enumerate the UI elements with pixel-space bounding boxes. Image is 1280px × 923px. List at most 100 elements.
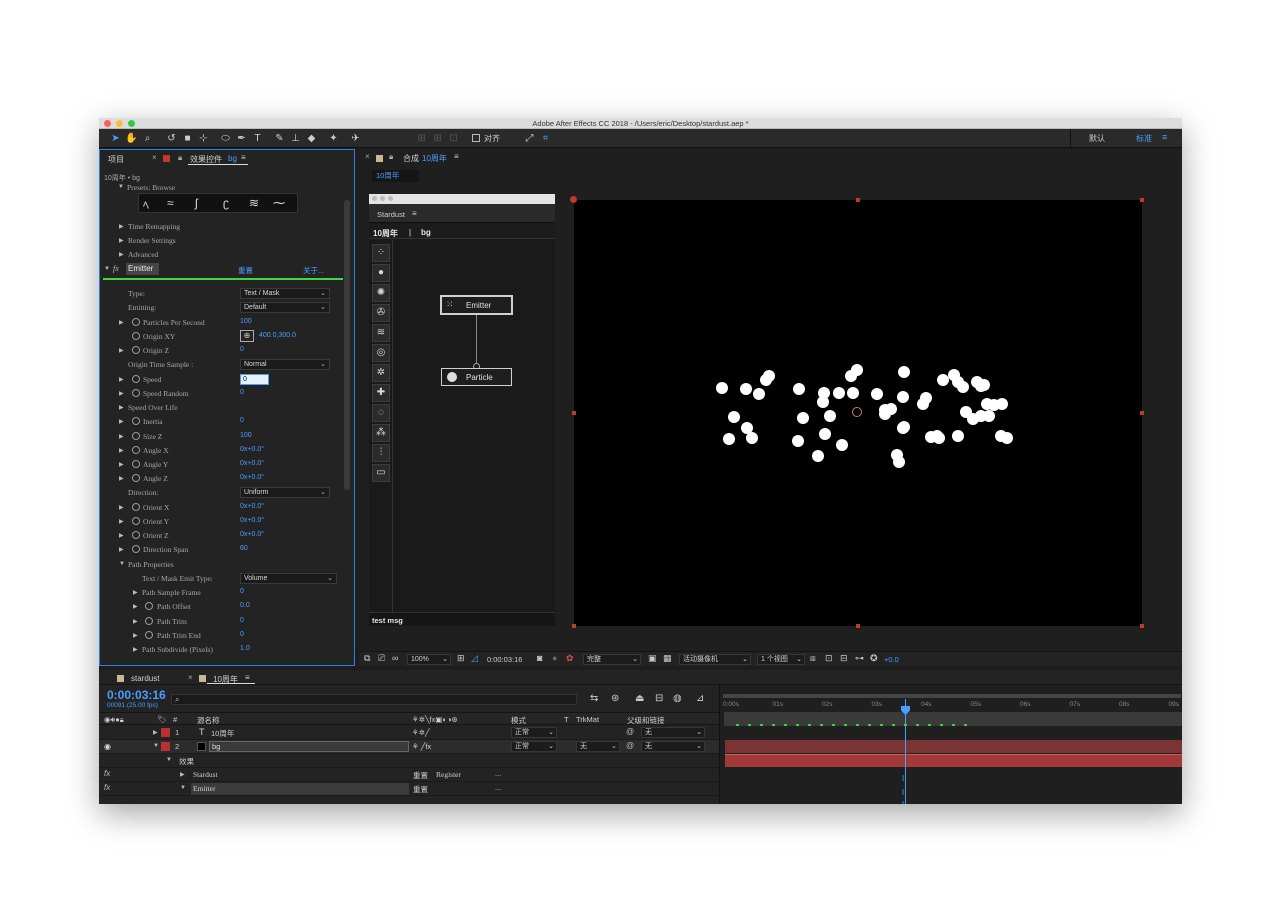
path-trim-end-value[interactable]: 0 — [240, 631, 244, 638]
comp-sub-tab[interactable]: 10周年 — [372, 170, 419, 182]
hand-tool-icon[interactable]: ✋ — [125, 132, 138, 145]
camera-tool-icon[interactable]: ■ — [181, 132, 194, 145]
expand-icon[interactable]: ▶ — [133, 618, 138, 625]
layer-switches-icon[interactable]: ⚘ ╱fx — [412, 742, 431, 751]
stardust-reset-link[interactable]: 重置 — [413, 770, 428, 781]
emit-type-dropdown[interactable]: Volume ⌄ — [240, 573, 337, 584]
trkmat-dropdown[interactable]: 无 ⌄ — [576, 741, 620, 752]
stopwatch-icon[interactable] — [132, 346, 140, 354]
emitter-about-link[interactable]: 关于... — [303, 265, 324, 276]
expand-icon[interactable]: ▶ — [119, 504, 124, 511]
layer-1-duration-bar[interactable] — [725, 740, 1182, 753]
snap-options-icon[interactable]: ⌗ — [539, 132, 552, 145]
pickwhip-icon[interactable]: @ — [626, 741, 634, 750]
emitter-reset-link[interactable]: 重置 — [413, 784, 428, 795]
color-channels-icon[interactable]: ✿ — [566, 653, 574, 664]
preset-thumb-icon[interactable]: ﾍ — [143, 196, 149, 213]
align-checkbox[interactable] — [472, 134, 480, 142]
expand-icon[interactable]: ▶ — [119, 223, 124, 230]
stopwatch-icon[interactable] — [145, 602, 153, 610]
layer-label-color[interactable] — [161, 728, 170, 737]
resize-handle[interactable] — [1140, 624, 1144, 628]
zoom-tool-icon[interactable]: ⌕ — [141, 132, 154, 145]
size-z-value[interactable]: 100 — [240, 432, 252, 439]
expand-icon[interactable]: ▶ — [119, 251, 124, 258]
comp-tab-prefix[interactable]: 合成 — [403, 153, 419, 164]
toggle-pixel-aspect-icon[interactable]: ⧈ — [810, 653, 816, 664]
resize-handle[interactable] — [570, 196, 577, 203]
composition-mini-flowchart-icon[interactable]: ⇆ — [590, 693, 598, 704]
crosshair-icon[interactable]: ⊕ — [240, 330, 254, 342]
expand-icon[interactable]: ▶ — [119, 546, 124, 553]
graph-editor-icon[interactable]: ⊿ — [696, 693, 704, 704]
vortex-node-icon[interactable]: ✇ — [372, 304, 390, 322]
layer-label-color[interactable] — [161, 742, 170, 751]
lock-icon[interactable]: 🔒︎ — [178, 153, 182, 163]
effect-row[interactable]: fx ▶ Stardust 重置 Register ... — [99, 768, 719, 782]
roto-brush-tool-icon[interactable]: ✦ — [327, 132, 340, 145]
force-node-icon[interactable]: ✺ — [372, 284, 390, 302]
expand-icon[interactable]: ▶ — [133, 646, 138, 653]
frame-blending-icon[interactable]: ⊟ — [655, 693, 663, 704]
stopwatch-icon[interactable] — [132, 517, 140, 525]
close-tab-icon[interactable]: × — [152, 153, 157, 162]
effects-group-row[interactable]: ▼ 效果 — [99, 754, 719, 768]
panel-menu-icon[interactable]: ≡ — [241, 153, 246, 162]
preview-icon[interactable]: ⧉ — [364, 653, 370, 664]
emitting-dropdown[interactable]: Default ⌄ — [240, 302, 330, 313]
angle-z-value[interactable]: 0x+0.0° — [240, 474, 264, 481]
eraser-tool-icon[interactable]: ◆ — [305, 132, 318, 145]
emitter-node[interactable]: ⁙ Emitter — [440, 295, 513, 315]
stopwatch-icon[interactable] — [132, 332, 140, 340]
timeline-icon[interactable]: ⊟ — [840, 653, 848, 664]
orient-z-value[interactable]: 0x+0.0° — [240, 531, 264, 538]
path-subdivide-value[interactable]: 1.0 — [240, 645, 250, 652]
resize-handle[interactable] — [572, 624, 576, 628]
snapshot-icon[interactable]: ◙ — [537, 653, 542, 663]
fast-previews-icon[interactable]: ⊡ — [825, 653, 833, 664]
layer-switches-icon[interactable]: ⚘✲╱ — [412, 728, 430, 737]
minimize-window-button[interactable] — [380, 196, 385, 201]
viewer-timecode[interactable]: 0:00:03:16 — [487, 655, 522, 664]
stopwatch-icon[interactable] — [145, 631, 153, 639]
expand-icon[interactable]: ▶ — [119, 390, 124, 397]
workspace-standard[interactable]: 标准 — [1136, 133, 1152, 144]
source-name-header[interactable]: 源名称 — [197, 715, 220, 726]
rectangle-icon[interactable]: ▭ — [372, 464, 390, 482]
pen-tool-icon[interactable]: ✒ — [235, 132, 248, 145]
pickwhip-icon[interactable]: @ — [626, 727, 634, 736]
puppet-tool-icon[interactable]: ✈ — [349, 132, 362, 145]
turbulence-node-icon[interactable]: ≋ — [372, 324, 390, 342]
emitter-expand-icon[interactable]: ▼ — [104, 266, 110, 272]
particle-node[interactable]: Particle — [441, 368, 512, 386]
stopwatch-icon[interactable] — [132, 460, 140, 468]
keyframe-marker-icon[interactable]: I — [902, 800, 904, 804]
expand-icon[interactable]: ▶ — [119, 475, 124, 482]
safe-margins-icon[interactable]: ⊞ — [457, 653, 465, 664]
pan-behind-tool-icon[interactable]: ⊹ — [197, 132, 210, 145]
workspace-menu-icon[interactable]: ≡ — [1162, 132, 1167, 142]
camera-dropdown[interactable]: 活动摄像机 ⌄ — [679, 654, 751, 665]
expand-icon[interactable]: ▶ — [153, 729, 158, 736]
stardust-options-link[interactable]: ... — [495, 769, 501, 778]
expand-icon[interactable]: ▶ — [119, 376, 124, 383]
layer-row[interactable]: ◉ ▼ 2 bg ⚘ ╱fx 正常 ⌄ 无 ⌄ @ 无 ⌄ — [99, 740, 719, 754]
speed-random-value[interactable]: 0 — [240, 389, 244, 396]
expand-icon[interactable]: ▶ — [133, 589, 138, 596]
layer-2-duration-bar[interactable] — [725, 754, 1182, 767]
resize-handle[interactable] — [1140, 411, 1144, 415]
stopwatch-icon[interactable] — [132, 531, 140, 539]
panel-menu-icon[interactable]: ≡ — [454, 152, 459, 161]
layer-row[interactable]: ▶ 1 T 10周年 ⚘✲╱ 正常 ⌄ @ 无 ⌄ — [99, 726, 719, 740]
expand-icon[interactable]: ▶ — [119, 347, 124, 354]
expand-icon[interactable]: ▶ — [119, 433, 124, 440]
expand-icon[interactable]: ▶ — [133, 632, 138, 639]
zoom-dropdown[interactable]: 100% ⌄ — [407, 654, 451, 665]
region-of-interest-icon[interactable]: ▣ — [648, 653, 657, 664]
stardust-register-link[interactable]: Register — [436, 770, 461, 779]
resize-handle[interactable] — [572, 411, 576, 415]
parent-dropdown[interactable]: 无 ⌄ — [641, 741, 705, 752]
close-tab-icon[interactable]: × — [365, 152, 370, 161]
tab-stardust[interactable]: stardust — [131, 674, 159, 683]
stopwatch-icon[interactable] — [132, 432, 140, 440]
